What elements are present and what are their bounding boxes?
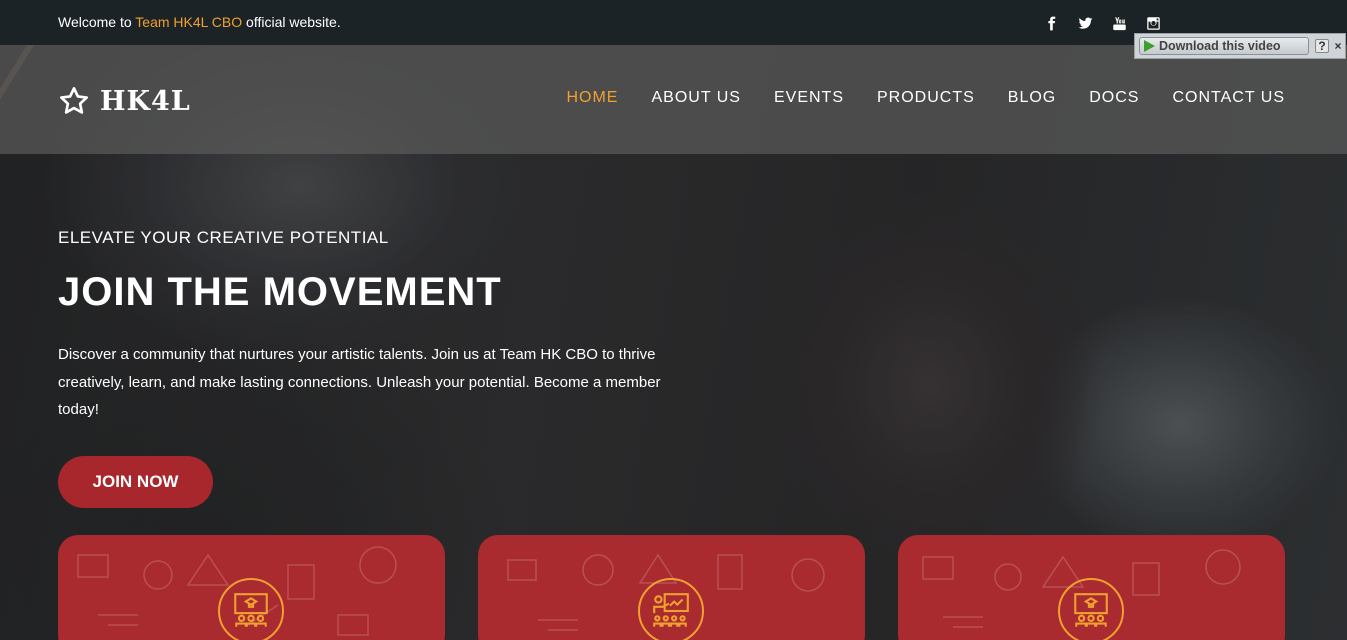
nav-item-home[interactable]: HOME <box>566 89 618 107</box>
nav-item-about-us[interactable]: ABOUT US <box>651 89 741 107</box>
facebook-icon[interactable] <box>1034 13 1068 33</box>
hero-description: Discover a community that nurtures your … <box>58 346 661 418</box>
teacher-class-icon <box>653 593 689 627</box>
play-icon <box>1144 40 1155 52</box>
social-links <box>1034 13 1170 33</box>
nav-item-products[interactable]: PRODUCTS <box>877 89 975 107</box>
download-video-bar: Download this video ? × <box>1134 33 1346 59</box>
help-icon[interactable]: ? <box>1315 39 1329 53</box>
star-icon <box>60 87 88 114</box>
site-logo[interactable]: HK4L <box>58 85 191 117</box>
hero-headline: JOIN THE MOVEMENT <box>58 270 502 314</box>
brand-link[interactable]: Team HK4L CBO <box>135 14 242 30</box>
close-icon[interactable]: × <box>1331 39 1345 53</box>
download-video-label: Download this video <box>1159 39 1281 53</box>
hero-kicker: ELEVATE YOUR CREATIVE POTENTIAL <box>58 228 389 247</box>
nav-menu: HOME ABOUT US EVENTS PRODUCTS BLOG DOCS … <box>566 89 1285 107</box>
card-icon-badge <box>1058 578 1124 640</box>
welcome-prefix: Welcome to <box>58 14 136 30</box>
nav-item-contact-us[interactable]: CONTACT US <box>1172 89 1285 107</box>
main-navbar: HK4L HOME ABOUT US EVENTS PRODUCTS BLOG … <box>0 45 1347 154</box>
card-icon-badge <box>638 578 704 640</box>
feature-card[interactable] <box>898 535 1285 640</box>
welcome-suffix: official website. <box>242 14 341 30</box>
presentation-board-icon <box>234 593 268 627</box>
card-icon-badge <box>218 578 284 640</box>
twitter-icon[interactable] <box>1068 13 1102 33</box>
welcome-message: Welcome to Team HK4L CBO official websit… <box>58 14 341 30</box>
download-video-button[interactable]: Download this video <box>1139 37 1309 55</box>
instagram-icon[interactable] <box>1136 13 1170 33</box>
feature-card[interactable] <box>58 535 445 640</box>
nav-item-blog[interactable]: BLOG <box>1008 89 1056 107</box>
join-now-button[interactable]: JOIN NOW <box>58 456 213 508</box>
youtube-icon[interactable] <box>1102 13 1136 33</box>
nav-item-docs[interactable]: DOCS <box>1089 89 1139 107</box>
logo-text: HK4L <box>100 85 191 117</box>
feature-card[interactable] <box>478 535 865 640</box>
presentation-board-icon <box>1074 593 1108 627</box>
nav-item-events[interactable]: EVENTS <box>774 89 844 107</box>
